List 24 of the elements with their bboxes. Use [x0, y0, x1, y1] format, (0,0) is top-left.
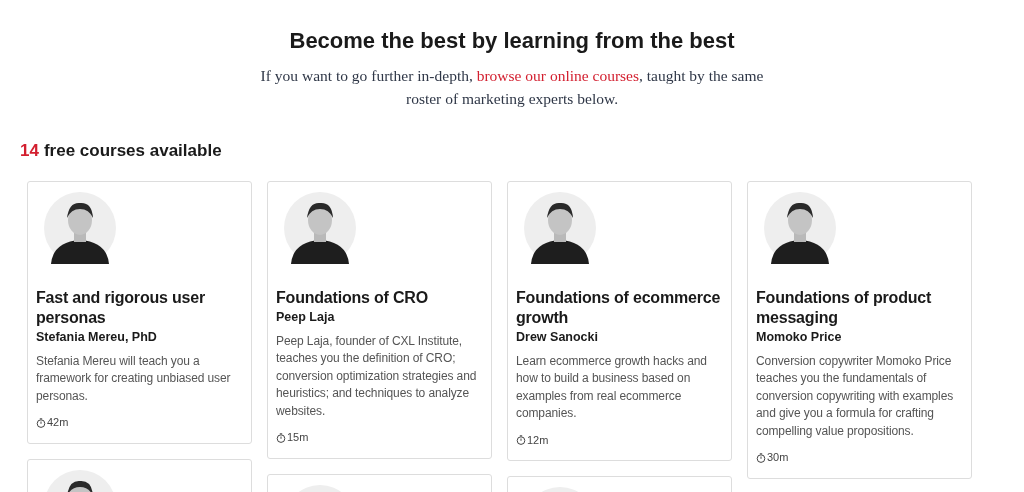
course-description: Stefania Mereu will teach you a framework for creating unbiased user personas. [36, 352, 232, 405]
course-title: Fast and rigorous user personas [36, 287, 206, 328]
duration: 30m [767, 450, 789, 466]
course-title: Foundations of CRO [276, 287, 429, 308]
course-description: Learn ecommerce growth hacks and how to build a business based on examples from real ecommerce companies. [516, 352, 708, 423]
course-title: Foundations of ecommerce growth [516, 287, 722, 328]
course-card[interactable]: Foundations of CRO Peep Laja Peep Laja, founder of CXL Institute, teaches you the definition of CRO; conversion optimization strategies and heuristics; and techniques to analyze websites. 15m [267, 180, 492, 459]
instructor-name: Stefania Mereu, PhD [36, 328, 158, 346]
courses-link[interactable]: browse our online courses [476, 67, 639, 85]
course-count: 14 [20, 140, 39, 163]
instructor-name: Drew Sanocki [516, 328, 599, 346]
instructor-name: Momoko Price [756, 328, 843, 346]
course-description: Conversion copywriter Momoko Price teaches you the fundamentals of conversion copywriting with examples and give you a formula for crafting compelling value propositions. [756, 352, 955, 440]
duration: 15m [287, 430, 309, 446]
course-description: Peep Laja, founder of CXL Institute, teaches you the definition of CRO; conversion optimization strategies and heuristics; and techniques to analyze websites. [276, 332, 478, 420]
course-title: Foundations of product messaging [756, 287, 933, 328]
instructor-name: Peep Laja [276, 308, 336, 326]
course-card[interactable]: Fast and rigorous user personas Stefania Mereu, PhD Stefania Mereu will teach you a framework for creating unbiased user personas. 42m [27, 180, 252, 444]
duration: 42m [47, 415, 69, 431]
count-label: free courses available [43, 140, 222, 163]
intro-paragraph: If you want to go further in-depth, browse our online courses, taught by the same roster of marketing experts below. [259, 66, 765, 110]
section-heading: Become the best by learning from the best [288, 28, 736, 55]
course-card[interactable]: Foundations of ecommerce growth Drew Sanocki Learn ecommerce growth hacks and how to build a business based on examples from real ecommerce companies. 12m [507, 180, 732, 462]
duration: 12m [527, 432, 549, 448]
